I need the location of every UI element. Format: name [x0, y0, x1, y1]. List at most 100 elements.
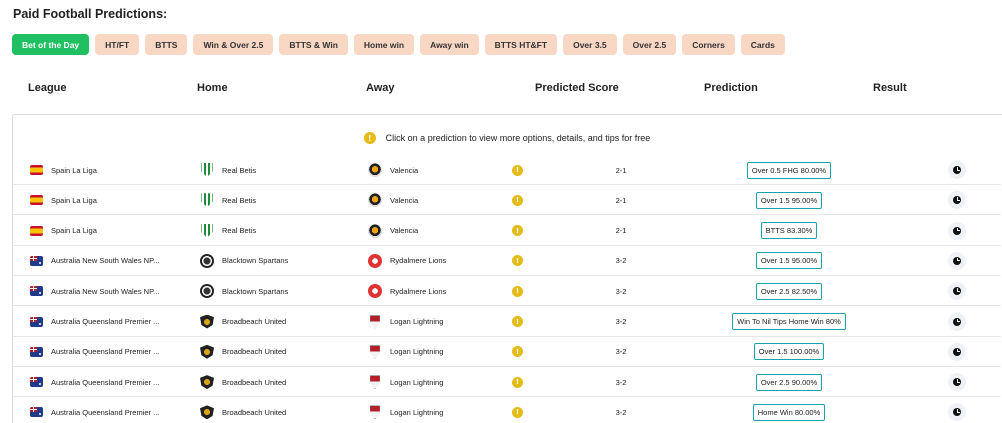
prediction-button[interactable]: Over 0.5 FHG 80.00%: [746, 161, 832, 179]
info-icon[interactable]: !: [512, 225, 523, 237]
prediction-cell: Over 2.5 82.50%: [689, 276, 889, 306]
filter-chip-cards[interactable]: Cards: [740, 34, 785, 55]
valencia-crest-icon: [368, 223, 382, 238]
filter-chip-over-2-5[interactable]: Over 2.5: [622, 34, 677, 55]
table-row[interactable]: Australia Queensland Premier ... Broadbea…: [13, 307, 1001, 337]
info-icon[interactable]: !: [512, 346, 523, 358]
prediction-cell: Win To Nil Tips Home Win 80%: [689, 307, 889, 337]
info-icon[interactable]: !: [512, 255, 523, 267]
info-icon[interactable]: !: [512, 316, 523, 327]
column-header-predicted-score: Predicted Score: [535, 82, 619, 94]
rydalmere-crest-icon: [368, 253, 382, 268]
prediction-button[interactable]: BTTS 83.30%: [760, 222, 818, 240]
filter-chip-btts-ht-ft[interactable]: BTTS HT&FT: [484, 34, 558, 55]
broadbeach-crest-icon: [200, 375, 214, 390]
details-cell[interactable]: !: [512, 185, 523, 215]
details-cell[interactable]: !: [512, 337, 523, 367]
table-row[interactable]: Australia Queensland Premier ... Broadbea…: [13, 337, 1001, 367]
filter-chip-btts-win[interactable]: BTTS & Win: [279, 34, 348, 55]
info-icon[interactable]: !: [512, 285, 523, 297]
filter-chip-btts[interactable]: BTTS: [145, 34, 188, 55]
result-button[interactable]: [948, 161, 966, 179]
info-icon[interactable]: !: [512, 164, 523, 176]
column-header-result: Result: [873, 82, 907, 94]
predictions-table: ! Click on a prediction to view more opt…: [12, 114, 1002, 423]
prediction-cell: Over 1.5 100.00%: [689, 337, 889, 367]
league-name: Australia Queensland Premier ...: [51, 377, 160, 387]
table-row[interactable]: Spain La Liga Real Betis Valencia! 2-1 BTTS …: [13, 216, 1001, 246]
filter-chip-bet-of-the-day[interactable]: Bet of the Day: [12, 34, 90, 55]
column-header-league: League: [28, 82, 67, 94]
filter-chip-ht-ft[interactable]: HT/FT: [95, 34, 140, 55]
away-cell: Valencia: [368, 185, 418, 215]
result-cell: [948, 155, 966, 185]
result-cell: [948, 367, 966, 397]
predicted-score: 3-2: [615, 347, 627, 357]
clock-icon: [953, 378, 961, 387]
filter-chip-over-3-5[interactable]: Over 3.5: [563, 34, 617, 55]
details-cell[interactable]: !: [512, 246, 523, 276]
prediction-button[interactable]: Over 1.5 100.00%: [753, 343, 825, 361]
result-button[interactable]: [948, 251, 966, 270]
prediction-button[interactable]: Win To Nil Tips Home Win 80%: [732, 313, 846, 330]
details-cell[interactable]: !: [512, 307, 523, 337]
logan-crest-icon: [370, 344, 380, 359]
clock-icon: [953, 317, 961, 326]
home-team-name: Blacktown Spartans: [222, 256, 289, 266]
table-row[interactable]: Spain La Liga Real Betis Valencia! 2-1 Over …: [13, 155, 1001, 185]
clock-icon: [953, 408, 961, 417]
home-cell: Broadbeach United: [200, 367, 286, 397]
home-team-name: Blacktown Spartans: [222, 286, 289, 296]
result-button[interactable]: [948, 312, 966, 331]
away-cell: Logan Lightning: [368, 367, 443, 397]
filter-chip-away-win[interactable]: Away win: [420, 34, 479, 55]
prediction-button[interactable]: Home Win 80.00%: [752, 403, 826, 421]
column-header-away: Away: [366, 82, 395, 94]
logan-crest-icon: [370, 314, 380, 329]
filter-chip-home-win[interactable]: Home win: [353, 34, 415, 55]
league-name: Australia Queensland Premier ...: [51, 347, 160, 357]
result-cell: [948, 307, 966, 337]
blacktown-crest-icon: [200, 284, 214, 299]
away-team-name: Rydalmere Lions: [390, 256, 447, 266]
result-button[interactable]: [948, 403, 966, 422]
info-icon[interactable]: !: [512, 406, 523, 418]
league-cell: Australia Queensland Premier ...: [30, 307, 159, 337]
info-icon[interactable]: !: [512, 194, 523, 206]
prediction-button[interactable]: Over 2.5 90.00%: [755, 373, 823, 391]
details-cell[interactable]: !: [512, 397, 523, 423]
league-cell: Australia New South Wales NP...: [30, 276, 159, 306]
league-cell: Australia Queensland Premier ...: [30, 337, 159, 367]
predicted-score: 3-2: [615, 407, 627, 417]
spain-flag-icon: [30, 165, 43, 175]
broadbeach-crest-icon: [200, 314, 214, 329]
table-row[interactable]: Australia New South Wales NP... Blacktown…: [13, 276, 1001, 307]
result-button[interactable]: [948, 191, 966, 210]
prediction-button[interactable]: Over 1.5 95.00%: [755, 191, 823, 209]
filter-chip-corners[interactable]: Corners: [682, 34, 735, 55]
result-button[interactable]: [948, 342, 966, 361]
predicted-score: 3-2: [615, 256, 627, 266]
away-team-name: Valencia: [390, 195, 419, 205]
details-cell[interactable]: !: [512, 367, 523, 397]
result-button[interactable]: [948, 221, 966, 240]
info-icon[interactable]: !: [512, 376, 523, 388]
result-button[interactable]: [948, 373, 966, 392]
home-team-name: Broadbeach United: [222, 407, 287, 417]
details-cell[interactable]: !: [512, 216, 523, 246]
home-team-name: Real Betis: [222, 226, 257, 236]
home-cell: Real Betis: [200, 185, 256, 215]
table-row[interactable]: Australia Queensland Premier ... Broadbea…: [13, 397, 1001, 423]
details-cell[interactable]: !: [512, 276, 523, 306]
table-row[interactable]: Spain La Liga Real Betis Valencia! 2-1 Over …: [13, 185, 1001, 216]
details-cell[interactable]: !: [512, 155, 523, 185]
australia-flag-icon: [30, 377, 43, 388]
home-team-name: Broadbeach United: [222, 377, 287, 387]
table-row[interactable]: Australia Queensland Premier ... Broadbea…: [13, 367, 1001, 398]
prediction-button[interactable]: Over 1.5 95.00%: [755, 252, 823, 270]
prediction-button[interactable]: Over 2.5 82.50%: [755, 282, 823, 300]
table-row[interactable]: Australia New South Wales NP... Blacktown…: [13, 246, 1001, 276]
filter-chip-win-over-2-5[interactable]: Win & Over 2.5: [193, 34, 274, 55]
info-notice: ! Click on a prediction to view more opt…: [13, 132, 1001, 144]
result-button[interactable]: [948, 282, 966, 301]
